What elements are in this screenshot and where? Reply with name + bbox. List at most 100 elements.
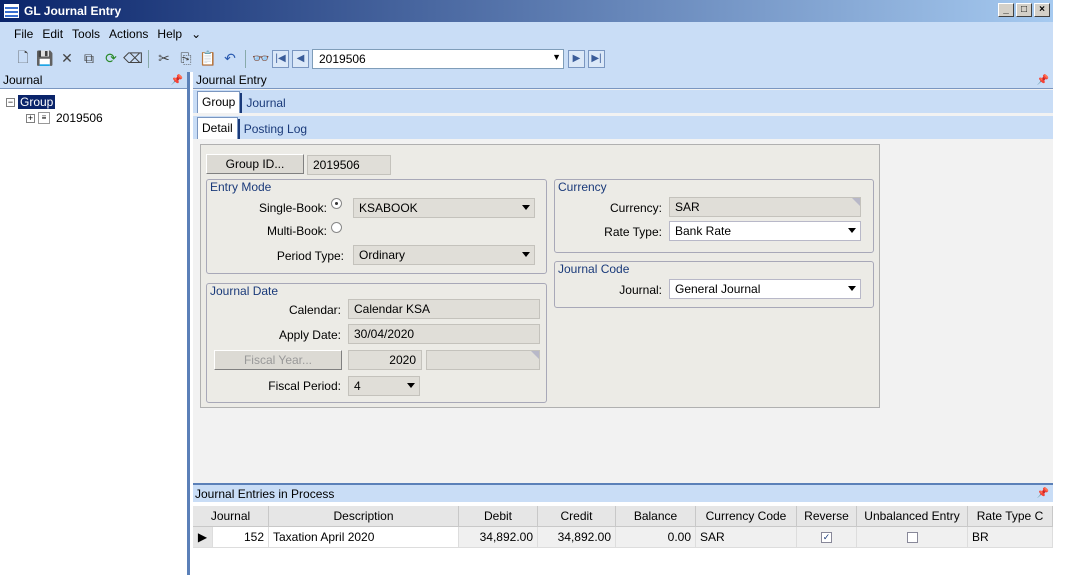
chevron-down-icon[interactable]: ▼ [552,52,561,62]
tab-row-secondary: Detail Posting Log [193,116,1053,139]
binoculars-icon[interactable]: 👓 [250,49,272,69]
menu-bar: File Edit Tools Actions Help ⌄ [0,22,1053,45]
eraser-icon[interactable]: ⌫ [122,49,144,69]
select-value: 4 [354,379,361,393]
column-header[interactable]: Currency Code [696,506,797,526]
column-header[interactable]: Rate Type C [968,506,1053,526]
chevron-down-icon[interactable] [522,252,530,257]
select-value: General Journal [675,282,761,296]
menu-file[interactable]: File [14,27,33,41]
toolbar-separator [245,49,246,68]
multi-book-radio[interactable] [331,222,342,233]
cell-currency-code[interactable]: SAR [696,527,797,547]
expand-icon[interactable]: + [26,113,35,123]
menu-tools[interactable]: Tools [72,27,100,41]
toolbar: 🗋 💾 ✕ ⧉ ⟳ ⌫ ✂ ⎘ 📋 ↶ 👓 |◀ ◀ 2019506 ▼ ▶ ▶… [0,45,1053,72]
cell-reverse[interactable]: ✓ [797,527,857,547]
pane-title: Journal Entries in Process [195,486,335,501]
tab-posting-log[interactable]: Posting Log [237,119,311,139]
last-record-button[interactable]: ▶| [588,49,605,68]
copy-icon[interactable]: ⧉ [78,49,100,69]
column-header[interactable]: Journal [193,506,269,526]
unbalanced-checkbox[interactable] [906,531,918,543]
group-id-field: 2019506 [307,155,391,175]
cut-icon[interactable]: ✂ [153,49,175,69]
entry-mode-group: Entry Mode Single-Book: KSABOOK Multi-Bo… [206,179,547,274]
grid-header: Journal Description Debit Credit Balance… [193,506,1053,527]
new-icon[interactable]: 🗋 [12,49,34,69]
fiscal-year-desc-field [426,350,540,370]
cell-journal[interactable]: 152 [213,527,269,547]
table-row[interactable]: ▶ 152 Taxation April 2020 34,892.00 34,8… [193,527,1053,548]
group-id-button[interactable]: Group ID... [206,154,304,174]
period-type-select[interactable]: Ordinary [353,245,535,265]
chevron-down-icon[interactable] [848,286,856,291]
tab-group[interactable]: Group [197,91,241,113]
journal-selector[interactable]: 2019506 ▼ [312,48,564,69]
column-header[interactable]: Debit [459,506,538,526]
tab-detail[interactable]: Detail [197,117,238,139]
chevron-down-icon[interactable] [407,383,415,388]
journal-code-select[interactable]: General Journal [669,279,861,299]
pin-icon[interactable]: 📌 [171,75,183,86]
fiscal-year-button[interactable]: Fiscal Year... [214,350,342,370]
column-header[interactable]: Balance [616,506,696,526]
column-header[interactable]: Credit [538,506,616,526]
cell-balance[interactable]: 0.00 [616,527,696,547]
maximize-button[interactable]: □ [1016,3,1032,17]
currency-label: Currency: [609,201,662,215]
rate-type-select[interactable]: Bank Rate [669,221,861,241]
tree-node-group[interactable]: − Group [6,94,56,110]
column-header[interactable]: Unbalanced Entry [857,506,968,526]
prev-record-button[interactable]: ◀ [292,49,309,68]
pin-icon[interactable]: 📌 [1037,488,1049,499]
chevron-down-icon[interactable] [522,205,530,210]
collapse-icon[interactable]: − [6,97,15,107]
delete-icon[interactable]: ✕ [56,49,78,69]
cell-rate-type[interactable]: BR [968,527,1053,547]
pane-header: Journal Entries in Process 📌 [193,485,1053,502]
fiscal-period-select[interactable]: 4 [348,376,420,396]
menu-overflow-icon[interactable]: ⌄ [191,27,201,41]
tree-label[interactable]: 2019506 [56,111,103,125]
column-header[interactable]: Reverse [797,506,857,526]
reverse-checkbox[interactable]: ✓ [821,531,832,543]
first-record-button[interactable]: |◀ [272,49,289,68]
pane-title: Journal [3,73,43,87]
group-title: Entry Mode [210,180,272,194]
cell-unbalanced[interactable] [857,527,968,547]
cell-debit[interactable]: 34,892.00 [459,527,538,547]
minimize-button[interactable]: _ [998,3,1014,17]
copy-clip-icon[interactable]: ⎘ [175,49,197,69]
row-indicator-icon[interactable]: ▶ [193,527,213,547]
journal-tree-pane: Journal 📌 − Group + ≡ 2019506 [0,72,190,575]
save-icon[interactable]: 💾 [34,49,56,69]
pane-header: Journal Entry 📌 [193,72,1053,89]
tree-node-journal[interactable]: + ≡ 2019506 [26,110,103,126]
detail-form: Group ID... 2019506 Entry Mode Single-Bo… [200,144,880,408]
chevron-down-icon[interactable] [848,228,856,233]
journal-code-group: Journal Code Journal: General Journal [554,261,874,308]
pin-icon[interactable]: 📌 [1037,75,1049,86]
single-book-select[interactable]: KSABOOK [353,198,535,218]
single-book-label: Single-Book: [258,201,327,215]
fiscal-year-field: 2020 [348,350,422,370]
journal-selector-value: 2019506 [319,51,366,66]
next-record-button[interactable]: ▶ [568,49,585,68]
paste-icon[interactable]: 📋 [197,49,219,69]
currency-field: SAR [669,197,861,217]
menu-help[interactable]: Help [157,27,182,41]
single-book-radio[interactable] [331,198,342,209]
select-value: KSABOOK [359,201,418,215]
tab-journal[interactable]: Journal [240,93,289,113]
period-type-label: Period Type: [276,249,344,263]
refresh-icon[interactable]: ⟳ [100,49,122,69]
menu-edit[interactable]: Edit [42,27,63,41]
column-header[interactable]: Description [269,506,459,526]
close-button[interactable]: × [1034,3,1050,17]
cell-description[interactable]: Taxation April 2020 [269,527,459,547]
tree-label[interactable]: Group [18,95,56,109]
menu-actions[interactable]: Actions [109,27,148,41]
undo-icon[interactable]: ↶ [219,49,241,69]
cell-credit[interactable]: 34,892.00 [538,527,616,547]
